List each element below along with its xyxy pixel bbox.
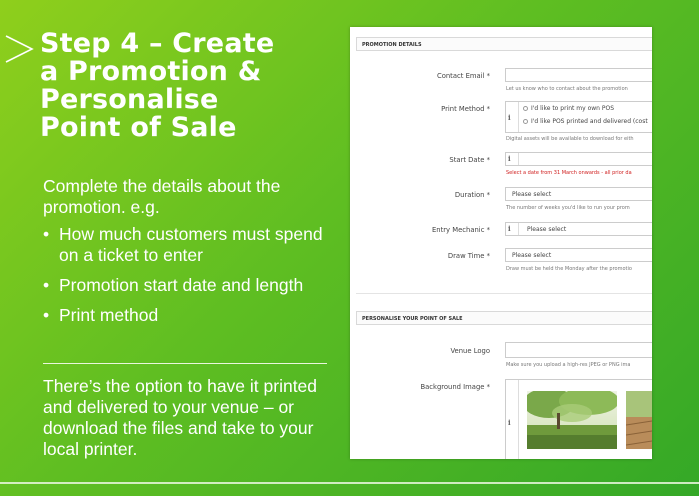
duration-value: Please select — [512, 191, 552, 198]
form-screenshot: PROMOTION DETAILS Contact Email * Let us… — [350, 27, 652, 459]
radio-print-delivered[interactable] — [523, 119, 528, 124]
info-icon[interactable]: i — [508, 224, 511, 233]
field-separator — [518, 380, 519, 459]
background-image-option-trees[interactable] — [527, 391, 617, 449]
bullet-glyph: • — [43, 224, 50, 244]
duration-help: The number of weeks you'd like to run yo… — [506, 205, 630, 211]
slide-title: Step 4 – Create a Promotion & Personalis… — [40, 30, 330, 142]
venue-logo-upload[interactable] — [505, 342, 652, 358]
bullet-item: • Promotion start date and length — [43, 275, 333, 296]
duration-select[interactable]: Please select — [505, 187, 652, 201]
entry-mechanic-select[interactable]: Please select — [505, 222, 652, 236]
venue-logo-help: Make sure you upload a high-res JPEG or … — [506, 362, 631, 368]
field-separator — [518, 223, 519, 235]
field-separator — [518, 153, 519, 165]
bullet-list: • How much customers must spend on a tic… — [43, 224, 333, 335]
start-date-label: Start Date * — [449, 156, 490, 164]
field-separator — [518, 102, 519, 132]
bullet-item: • How much customers must spend on a tic… — [43, 224, 333, 266]
radio-print-own-label: I'd like to print my own POS — [531, 105, 615, 112]
title-line: a Promotion & — [40, 56, 262, 87]
footer-divider — [0, 482, 699, 484]
radio-print-delivered-label: I'd like POS printed and delivered (cost — [531, 118, 648, 125]
bullet-glyph: • — [43, 305, 50, 325]
contact-email-label: Contact Email * — [436, 72, 490, 80]
section-header-promotion-details: PROMOTION DETAILS — [356, 37, 652, 51]
start-date-input[interactable] — [505, 152, 652, 166]
background-image-option-wood[interactable] — [626, 391, 652, 449]
bullet-text: How much customers must spend on a ticke… — [59, 224, 323, 265]
bullet-glyph: • — [43, 275, 50, 295]
title-line: Point of Sale — [40, 112, 237, 143]
print-method-label: Print Method * — [441, 105, 490, 113]
title-line: Personalise — [40, 84, 219, 115]
outro-text: There’s the option to have it printed an… — [43, 376, 318, 459]
intro-text: Complete the details about the promotion… — [43, 176, 281, 217]
bullet-text: Promotion start date and length — [59, 275, 304, 295]
print-method-help: Digital assets will be available to down… — [506, 136, 634, 142]
bullet-text: Print method — [59, 305, 159, 325]
draw-time-select[interactable]: Please select — [505, 248, 652, 262]
chevron-right-icon — [5, 35, 34, 63]
bullet-item: • Print method — [43, 305, 333, 326]
draw-time-value: Please select — [512, 252, 552, 259]
entry-mechanic-value: Please select — [527, 226, 567, 233]
divider — [43, 363, 327, 364]
duration-label: Duration * — [454, 191, 490, 199]
info-icon[interactable]: i — [508, 154, 511, 163]
draw-time-help: Draw must be held the Monday after the p… — [506, 266, 632, 272]
title-line: Step 4 – Create — [40, 28, 275, 59]
contact-email-help: Let us know who to contact about the pro… — [506, 86, 628, 92]
draw-time-label: Draw Time * — [447, 252, 490, 260]
venue-logo-label: Venue Logo — [450, 347, 490, 355]
radio-print-own[interactable] — [523, 106, 528, 111]
background-image-label: Background Image * — [420, 383, 490, 391]
section-divider — [356, 293, 652, 294]
entry-mechanic-label: Entry Mechanic * — [432, 226, 490, 234]
section-header-personalise-pos: PERSONALISE YOUR POINT OF SALE — [356, 311, 652, 325]
info-icon[interactable]: i — [508, 113, 511, 122]
info-icon[interactable]: i — [508, 418, 511, 427]
start-date-help: Select a date from 31 March onwards - al… — [506, 170, 632, 176]
contact-email-input[interactable] — [505, 68, 652, 82]
